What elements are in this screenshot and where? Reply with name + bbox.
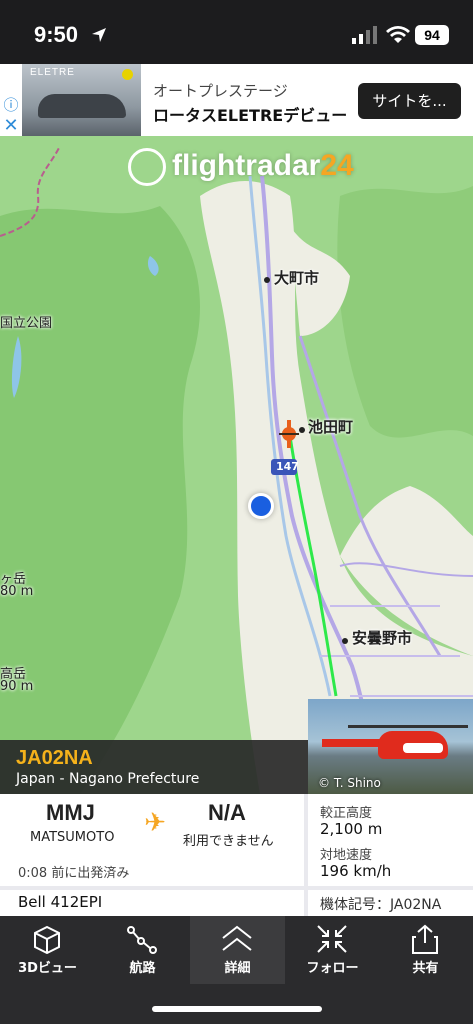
tab-label: 詳細 <box>224 961 251 976</box>
heli-tail <box>322 739 382 747</box>
aircraft-type-card[interactable]: Bell 412EPI <box>0 890 304 916</box>
user-location-dot[interactable] <box>248 493 274 519</box>
map-terrain <box>0 136 473 794</box>
bottom-tab-bar: 3Dビュー 航路 詳細 フォロー 共有 <box>0 916 473 1024</box>
chevron-up-icon <box>222 925 252 951</box>
map-label-azumino: 安曇野市 <box>352 629 413 647</box>
ad-visit-button[interactable]: サイトを... <box>358 83 461 119</box>
tab-label: 3Dビュー <box>18 961 77 976</box>
destination-city: 利用できません <box>183 834 274 849</box>
ground-speed-label: 対地速度 <box>320 848 373 863</box>
cube-icon <box>34 925 60 954</box>
battery-indicator: 94 <box>415 25 449 45</box>
map-label-omachi: 大町市 <box>274 269 320 287</box>
logo-number: 24 <box>320 148 354 182</box>
aircraft-banner[interactable]: JA02NA Japan - Nagano Prefecture <box>0 740 308 794</box>
flight-info-panel: MMJ MATSUMOTO ✈ N/A 利用できません 0:08 前に出発済み … <box>0 794 473 916</box>
tab-route[interactable]: 航路 <box>95 916 190 984</box>
aircraft-type: Bell 412EPI <box>18 893 103 911</box>
car-image <box>38 94 126 118</box>
registration-card[interactable]: 機体記号：JA02NA <box>308 890 473 916</box>
photo-credit: © T. Shino <box>318 776 381 790</box>
flight-map[interactable]: flightradar24 大町市 池田町 安曇野市 国立公園 ヶ岳 80 m … <box>0 136 473 794</box>
ad-close-icon[interactable]: ✕ <box>0 116 22 136</box>
destination-code: N/A <box>208 800 246 825</box>
origin-city: MATSUMOTO <box>30 830 115 845</box>
status-bar: 9:50 94 <box>0 0 473 64</box>
heli-stripe <box>403 743 443 753</box>
home-indicator[interactable] <box>152 1006 322 1012</box>
calibrated-altitude-value: 2,100 m <box>320 820 383 838</box>
lotus-logo-icon <box>122 69 133 80</box>
ad-info-icon[interactable]: ⓘ <box>0 94 22 116</box>
callsign: JA02NA <box>16 747 93 769</box>
registration: 機体記号：JA02NA <box>320 897 442 913</box>
calibrated-altitude-label: 較正高度 <box>320 806 373 821</box>
tab-share[interactable]: 共有 <box>378 916 473 984</box>
airplane-icon: ✈ <box>138 806 172 840</box>
map-label-peak1-alt: 80 m <box>0 584 34 599</box>
ad-image-brand: ELETRE <box>30 67 75 78</box>
tab-follow[interactable]: フォロー <box>285 916 380 984</box>
map-label-park: 国立公園 <box>0 316 53 331</box>
tab-3d-view[interactable]: 3Dビュー <box>0 916 95 984</box>
route-icon <box>127 926 157 954</box>
location-arrow-icon <box>92 28 106 42</box>
logo-text: flightradar <box>172 148 321 182</box>
altitude-speed-card[interactable]: 較正高度 2,100 m 対地速度 196 km/h <box>308 794 473 886</box>
tab-label: フォロー <box>306 961 359 976</box>
status-time: 9:50 <box>34 22 79 47</box>
route-shield-label: 147 <box>276 460 299 473</box>
departure-status: 0:08 前に出発済み <box>18 866 130 881</box>
operator: Japan - Nagano Prefecture <box>16 771 200 787</box>
rotor <box>348 725 468 728</box>
wifi-icon <box>386 26 410 43</box>
follow-icon <box>317 925 347 953</box>
map-label-peak2-alt: 90 m <box>0 679 34 694</box>
tab-label: 航路 <box>129 961 156 976</box>
ad-image[interactable]: ELETRE <box>22 64 141 136</box>
route-card[interactable]: MMJ MATSUMOTO ✈ N/A 利用できません 0:08 前に出発済み <box>0 794 304 886</box>
flightradar24-logo: flightradar24 <box>128 148 354 192</box>
radar-logo-icon <box>128 148 166 186</box>
ground-speed-value: 196 km/h <box>320 862 392 880</box>
signal-icon <box>352 26 377 44</box>
map-label-ikeda: 池田町 <box>308 418 354 436</box>
origin-code: MMJ <box>46 800 95 825</box>
share-icon <box>412 924 438 954</box>
tab-label: 共有 <box>412 961 439 976</box>
tab-details[interactable]: 詳細 <box>190 916 285 984</box>
ad-title: オートプレステージ <box>153 82 288 100</box>
ad-banner[interactable]: ⓘ ✕ ELETRE オートプレステージ ロータスELETREデビュー サイトを… <box>0 64 473 136</box>
ad-subtitle: ロータスELETREデビュー <box>153 106 348 125</box>
